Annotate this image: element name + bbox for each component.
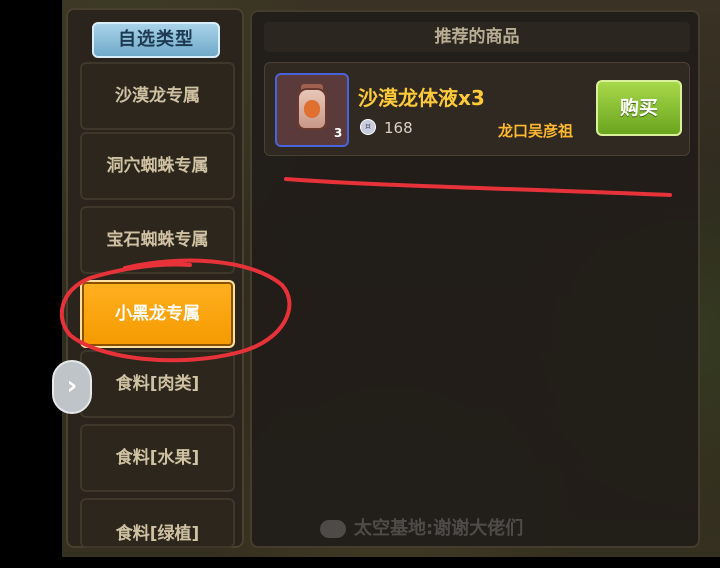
red-underline-stroke: [284, 177, 672, 197]
red-circle-stroke: [59, 258, 292, 363]
red-annotation-layer: [59, 177, 672, 363]
